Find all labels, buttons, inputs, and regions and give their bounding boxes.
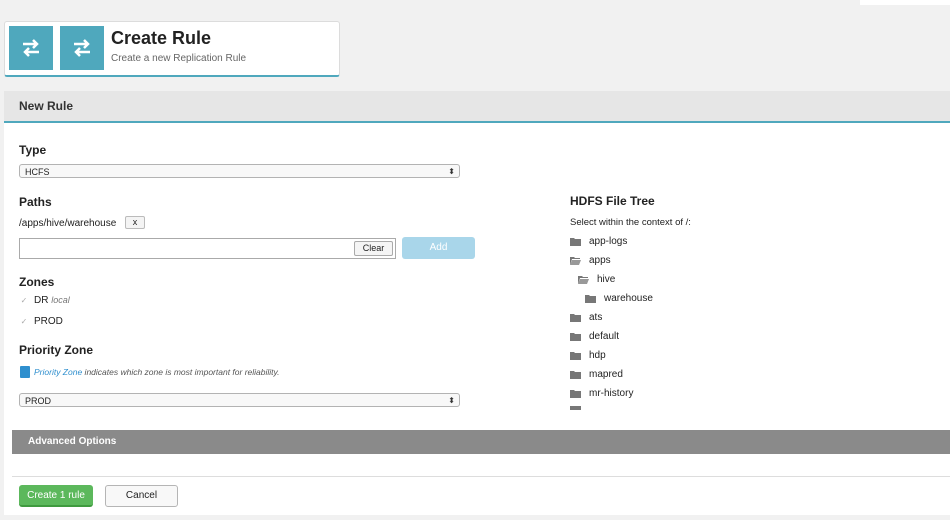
page-header: Create Rule Create a new Replication Rul… (4, 21, 340, 77)
tree-item[interactable]: default (570, 329, 619, 343)
cancel-button[interactable]: Cancel (105, 485, 178, 507)
file-tree: app-logs apps hive warehouse ats default… (570, 234, 770, 410)
tree-item[interactable]: ats (570, 310, 602, 324)
footer-divider (12, 476, 950, 477)
folder-icon (570, 389, 581, 398)
type-select[interactable]: HCFS ⬍ (19, 164, 460, 178)
path-input[interactable]: Clear (19, 238, 396, 259)
tree-item-label: warehouse (604, 292, 653, 304)
priority-zone-select-value: PROD (25, 396, 52, 406)
file-tree-title: HDFS File Tree (570, 194, 655, 208)
advanced-options-toggle[interactable]: Advanced Options (12, 430, 950, 454)
add-path-button[interactable]: Add (402, 237, 475, 259)
priority-zone-select[interactable]: PROD ⬍ (19, 393, 460, 407)
priority-zone-label: Priority Zone (19, 343, 94, 357)
tree-item[interactable]: mr-history (570, 386, 633, 400)
zone-dr-name: DR (34, 295, 49, 306)
path-item: /apps/hive/warehouse (19, 218, 117, 229)
folder-open-icon (570, 256, 581, 265)
tree-item[interactable]: mapred (570, 367, 623, 381)
new-rule-panel: New Rule Type HCFS ⬍ Paths /apps/hive/wa… (4, 91, 950, 515)
type-select-value: HCFS (25, 167, 50, 177)
folder-icon (585, 294, 596, 303)
zone-dr-tag: local (51, 295, 70, 305)
priority-zone-link[interactable]: Priority Zone (34, 367, 82, 377)
folder-icon (570, 406, 581, 410)
page-title: Create Rule (111, 28, 212, 48)
transfer-icon (60, 26, 104, 70)
book-icon (20, 366, 30, 378)
folder-open-icon (578, 275, 589, 284)
select-arrows-icon: ⬍ (448, 396, 455, 405)
file-tree-context: Select within the context of /: (570, 217, 691, 228)
zone-prod-label: PROD (34, 316, 63, 327)
folder-icon (570, 370, 581, 379)
priority-zone-info: Priority Zone indicates which zone is mo… (34, 367, 280, 377)
tree-item-label: mapred (589, 368, 623, 380)
remove-path-button[interactable]: x (125, 216, 145, 229)
tree-item[interactable]: hdp (570, 348, 606, 362)
top-strip (860, 0, 950, 5)
priority-zone-info-text: indicates which zone is most important f… (82, 367, 280, 377)
create-rule-button[interactable]: Create 1 rule (19, 485, 93, 507)
paths-label: Paths (19, 195, 52, 209)
clear-button[interactable]: Clear (354, 241, 393, 256)
type-label: Type (19, 143, 47, 157)
page-subtitle: Create a new Replication Rule (111, 53, 247, 64)
folder-icon (570, 237, 581, 246)
tree-item[interactable]: apps (570, 253, 611, 267)
tree-item-label: hive (597, 273, 616, 285)
zone-dr-label: DR local (34, 295, 70, 306)
tree-item[interactable]: app-logs (570, 234, 627, 248)
tree-item-label: default (589, 330, 620, 342)
tree-item-label: ats (589, 311, 603, 323)
zone-prod-checkbox[interactable]: ✓ (20, 318, 28, 326)
zone-dr-checkbox[interactable]: ✓ (20, 297, 28, 305)
tree-item[interactable]: warehouse (585, 291, 653, 305)
advanced-options-label: Advanced Options (28, 436, 117, 447)
tree-item-label: app-logs (589, 235, 628, 247)
tree-item-label: apps (589, 254, 611, 266)
folder-icon (570, 313, 581, 322)
select-arrows-icon: ⬍ (448, 167, 455, 176)
tree-item-label: mr-history (589, 387, 634, 399)
zones-label: Zones (19, 275, 55, 289)
folder-icon (570, 332, 581, 341)
tree-item[interactable]: hive (578, 272, 615, 286)
tree-item-label: hdp (589, 349, 606, 361)
folder-icon (570, 351, 581, 360)
transfer-icon[interactable] (9, 26, 53, 70)
panel-header: New Rule (4, 91, 950, 123)
panel-title: New Rule (19, 99, 74, 113)
